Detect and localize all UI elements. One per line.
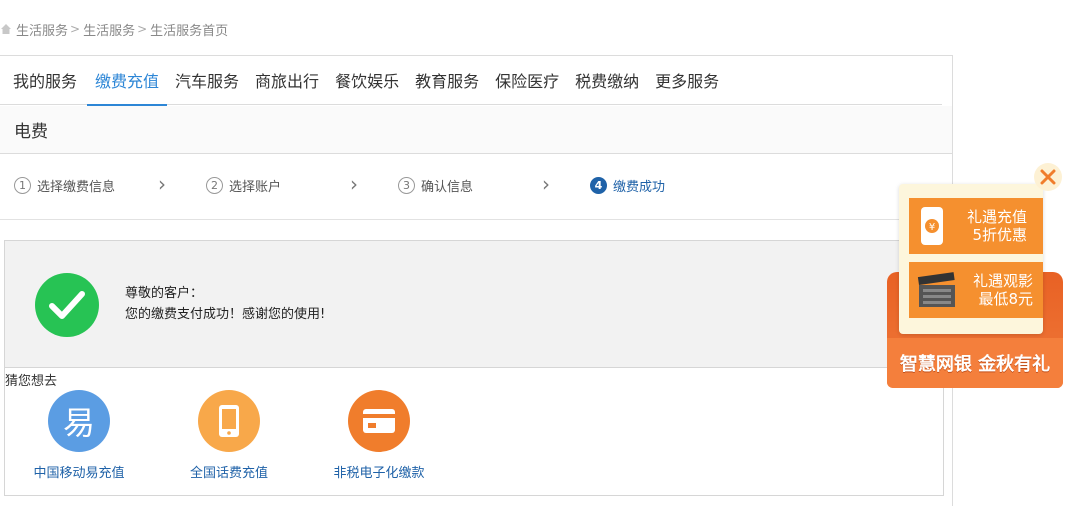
- step-4: 4 缴费成功: [590, 176, 665, 195]
- suggest-label: 非税电子化缴款: [333, 466, 425, 481]
- card-icon: [348, 390, 410, 452]
- step-3: 3 确认信息: [398, 176, 473, 195]
- suggest-item-nontax-payment[interactable]: 非税电子化缴款: [319, 390, 439, 481]
- breadcrumb-item-2[interactable]: 生活服务: [83, 20, 135, 39]
- step-2: 2 选择账户: [206, 176, 281, 195]
- breadcrumb: 生活服务 > 生活服务 > 生活服务首页: [0, 20, 228, 39]
- breadcrumb-item-1[interactable]: 生活服务: [16, 20, 68, 39]
- yi-glyph: 易: [62, 404, 95, 442]
- tab-insurance-medical[interactable]: 保险医疗: [487, 56, 567, 104]
- breadcrumb-item-3[interactable]: 生活服务首页: [150, 20, 228, 39]
- tab-car-services[interactable]: 汽车服务: [167, 56, 247, 104]
- promo-item-recharge[interactable]: ¥ 礼遇充值 5折优惠: [909, 198, 1043, 254]
- step-1: 1 选择缴费信息: [14, 176, 115, 195]
- chevron-right-icon: ›: [542, 172, 550, 196]
- step-number: 3: [398, 177, 415, 194]
- promo-line2: 最低8元: [978, 290, 1033, 308]
- svg-text:¥: ¥: [929, 222, 935, 233]
- step-label: 缴费成功: [613, 180, 666, 195]
- home-icon: [1, 24, 11, 34]
- clapperboard-icon: [917, 272, 955, 307]
- service-tabs: 我的服务 缴费充值 汽车服务 商旅出行 餐饮娱乐 教育服务 保险医疗 税费缴纳 …: [0, 56, 942, 106]
- tab-more-services[interactable]: 更多服务: [647, 56, 727, 104]
- breadcrumb-separator: >: [137, 22, 148, 36]
- tab-education[interactable]: 教育服务: [407, 56, 487, 104]
- step-label: 选择账户: [229, 180, 282, 195]
- tab-tax-payment[interactable]: 税费缴纳: [567, 56, 647, 104]
- promo-card: ¥ 礼遇充值 5折优惠 礼遇观影 最低8元: [899, 184, 1043, 334]
- step-number: 4: [590, 177, 607, 194]
- tab-dining-entertainment[interactable]: 餐饮娱乐: [327, 56, 407, 104]
- tab-travel[interactable]: 商旅出行: [247, 56, 327, 104]
- close-icon[interactable]: [1034, 163, 1062, 191]
- chevron-right-icon: ›: [350, 172, 358, 196]
- suggestions-title: 猜您想去: [5, 374, 58, 389]
- suggest-label: 全国话费充值: [189, 466, 268, 481]
- yi-icon: 易: [48, 390, 110, 452]
- step-number: 2: [206, 177, 223, 194]
- suggest-label: 中国移动易充值: [33, 466, 125, 481]
- suggest-item-phone-recharge[interactable]: 全国话费充值: [169, 390, 289, 481]
- suggestions: 猜您想去 易 中国移动易充值 全国话费充值 非税电子化缴款: [4, 367, 944, 496]
- phone-coin-icon: ¥: [921, 207, 943, 245]
- chevron-right-icon: ›: [158, 172, 166, 196]
- greeting-text: 尊敬的客户：: [125, 286, 204, 301]
- promo-line1: 礼遇观影: [972, 272, 1033, 290]
- tab-payment-recharge[interactable]: 缴费充值: [87, 56, 168, 106]
- check-icon: [35, 273, 99, 337]
- step-label: 选择缴费信息: [37, 180, 116, 195]
- step-number: 1: [14, 177, 31, 194]
- promo-banner[interactable]: 智慧网银 金秋有礼: [887, 338, 1063, 388]
- success-panel: 尊敬的客户： 您的缴费支付成功！感谢您的使用!: [4, 240, 944, 368]
- phone-icon: [198, 390, 260, 452]
- breadcrumb-separator: >: [70, 22, 81, 36]
- tab-my-services[interactable]: 我的服务: [0, 56, 87, 104]
- promo-line1: 礼遇充值: [966, 208, 1027, 226]
- page-title: 电费: [0, 106, 952, 154]
- success-message: 尊敬的客户： 您的缴费支付成功！感谢您的使用!: [125, 283, 325, 325]
- promo-item-movie[interactable]: 礼遇观影 最低8元: [909, 262, 1043, 318]
- promo-widget: ¥ 礼遇充值 5折优惠 礼遇观影 最低8元 智慧网银 金秋有礼: [887, 160, 1067, 392]
- suggest-item-mobile-recharge[interactable]: 易 中国移动易充值: [19, 390, 139, 481]
- step-label: 确认信息: [421, 180, 474, 195]
- progress-steps: 1 选择缴费信息 › 2 选择账户 › 3 确认信息 › 4 缴费成功: [0, 154, 952, 220]
- promo-line2: 5折优惠: [972, 226, 1027, 244]
- result-text: 您的缴费支付成功！感谢您的使用!: [125, 307, 326, 322]
